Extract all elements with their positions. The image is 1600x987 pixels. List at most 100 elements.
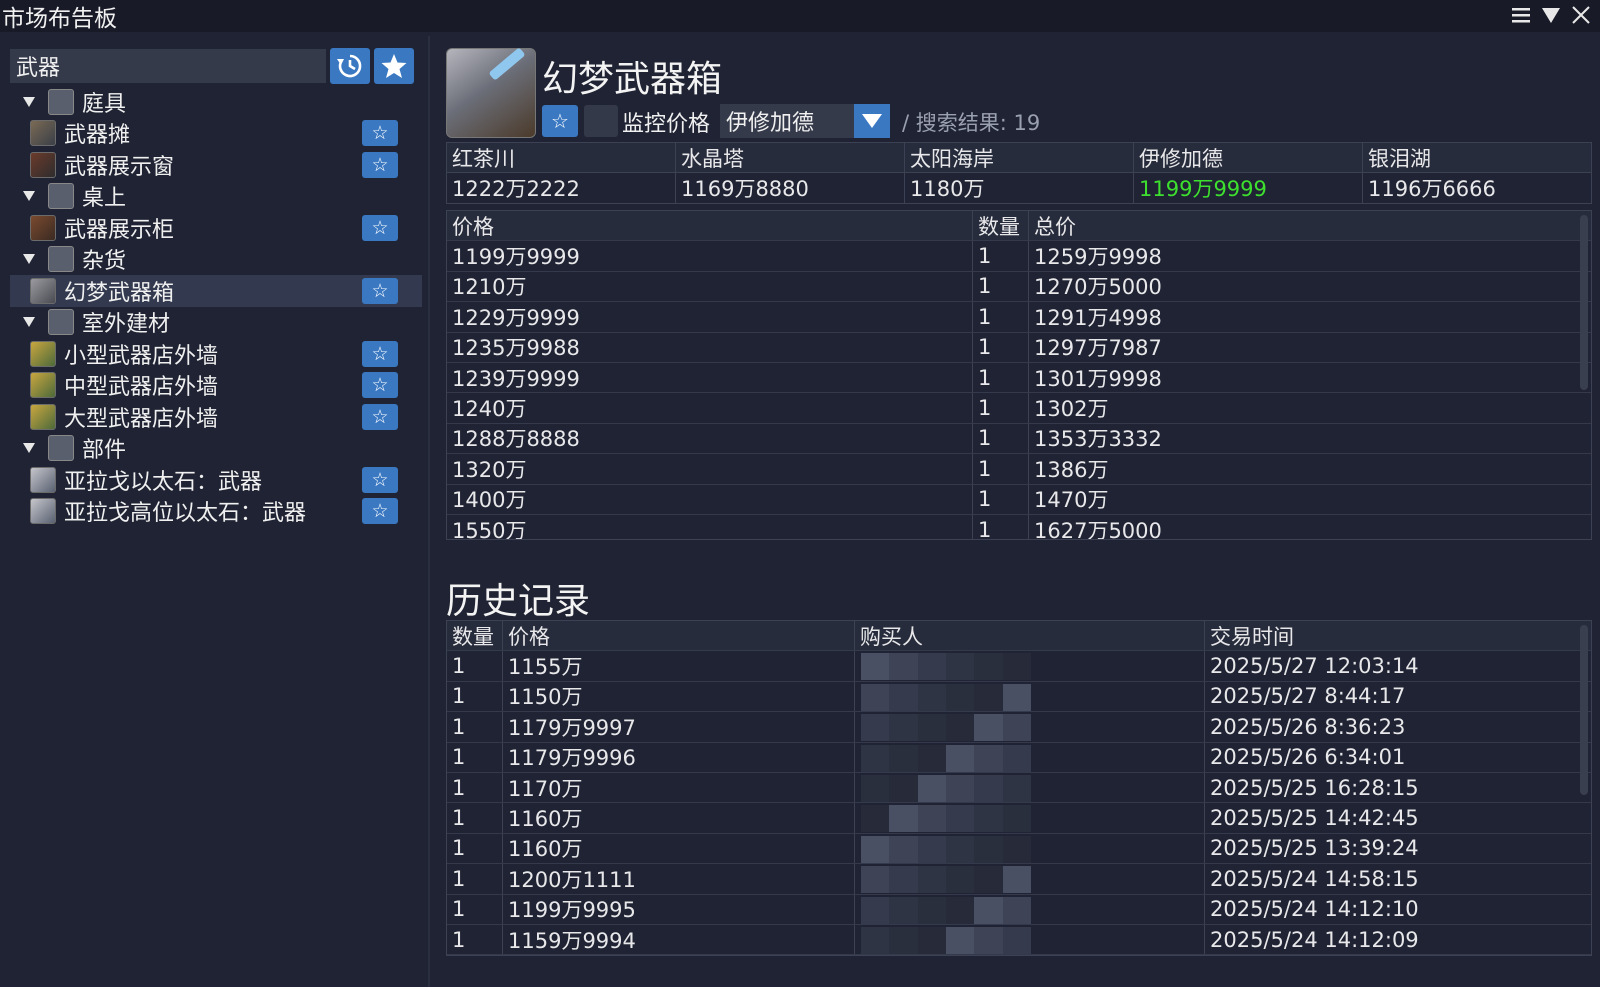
expand-triangle-icon[interactable] — [22, 315, 36, 329]
listing-cell: 1270万5000 — [1034, 275, 1162, 300]
world-select-arrow[interactable] — [854, 104, 890, 138]
table-row[interactable]: 1240万 1 1302万 — [447, 393, 1591, 424]
buyer-redacted — [855, 712, 1205, 742]
listing-cell: 1 — [973, 423, 1029, 454]
table-row[interactable]: 1 1199万9995 2025/5/24 14:12:10 — [447, 894, 1591, 925]
tree-item[interactable]: 亚拉戈以太石：武器 ☆ — [10, 464, 422, 496]
tree-category[interactable]: 室外建材 — [10, 307, 422, 339]
table-row[interactable]: 1 1179万9997 2025/5/26 8:36:23 — [447, 712, 1591, 743]
table-row[interactable]: 1 1155万 2025/5/27 12:03:14 — [447, 651, 1591, 682]
tree-item[interactable]: 武器摊 ☆ — [10, 118, 422, 150]
history-time: 2025/5/24 14:12:09 — [1210, 927, 1419, 952]
star-outline-icon[interactable]: ☆ — [362, 214, 398, 241]
star-outline-icon[interactable]: ☆ — [362, 372, 398, 399]
close-icon[interactable] — [1568, 2, 1594, 28]
table-row[interactable]: 1 1179万9996 2025/5/26 6:34:01 — [447, 742, 1591, 773]
table-row[interactable]: 1199万9999 1 1259万9998 — [447, 241, 1591, 272]
listing-cell: 1 — [973, 362, 1029, 393]
tree-item[interactable]: 武器展示窗 ☆ — [10, 149, 422, 181]
table-row[interactable]: 1 1170万 2025/5/25 16:28:15 — [447, 772, 1591, 804]
table-row[interactable]: 1288万8888 1 1353万3332 — [447, 423, 1591, 455]
listing-header: 价格 — [447, 211, 973, 241]
history-scrollbar[interactable] — [1580, 625, 1588, 795]
expand-triangle-icon[interactable] — [22, 189, 36, 203]
redacted-blur — [861, 926, 1031, 954]
tree-item[interactable]: 小型武器店外墙 ☆ — [10, 338, 422, 370]
world-select-value: 伊修加德 — [726, 111, 815, 136]
listing-cell: 1235万9988 — [447, 332, 973, 362]
history-qty: 1 — [447, 803, 503, 833]
item-title: 幻梦武器箱 — [542, 59, 723, 100]
tree-category[interactable]: 庭具 — [10, 86, 422, 118]
history-price: 1179万9996 — [503, 742, 855, 772]
buyer-redacted — [855, 651, 1205, 681]
item-favorite-button[interactable]: ☆ — [542, 105, 578, 137]
listing-cell: 1301万9998 — [1034, 366, 1162, 391]
star-outline-icon[interactable]: ☆ — [362, 466, 398, 493]
collapse-icon[interactable] — [1538, 2, 1564, 28]
table-row[interactable]: 1 1150万 2025/5/27 8:44:17 — [447, 681, 1591, 713]
left-panel: 庭具武器摊 ☆ 武器展示窗 ☆ 桌上武器展示柜 ☆ 杂货幻梦武器箱 ☆ 室外建材小型武器店外墙 ☆… — [10, 48, 422, 978]
star-outline-icon[interactable]: ☆ — [362, 498, 398, 525]
category-icon — [48, 309, 74, 336]
history-icon — [337, 54, 362, 78]
star-outline-icon[interactable]: ☆ — [362, 151, 398, 178]
redacted-blur — [861, 866, 1031, 894]
history-header: 交易时间 — [1210, 624, 1294, 649]
listing-cell: 1400万 — [447, 484, 973, 514]
world-price: 1196万6666 — [1368, 177, 1496, 201]
tree-category[interactable]: 杂货 — [10, 244, 422, 276]
tree-item[interactable]: 武器展示柜 ☆ — [10, 212, 422, 244]
search-result-count: / 搜索结果: 19 — [902, 111, 1041, 135]
star-outline-icon[interactable]: ☆ — [362, 277, 398, 304]
history-time: 2025/5/24 14:58:15 — [1210, 866, 1419, 891]
stone-item-icon — [30, 466, 56, 493]
star-outline-icon[interactable]: ☆ — [362, 340, 398, 367]
watch-checkbox[interactable] — [584, 105, 618, 137]
table-row[interactable]: 1 1159万9994 2025/5/24 14:12:09 — [447, 924, 1591, 955]
wall-item-icon — [30, 372, 56, 399]
tree-item[interactable]: 幻梦武器箱 ☆ — [10, 275, 422, 307]
history-price: 1179万9997 — [503, 712, 855, 742]
history-button[interactable] — [330, 48, 370, 84]
history-qty: 1 — [447, 712, 503, 742]
table-row[interactable]: 1 1160万 2025/5/25 13:39:24 — [447, 833, 1591, 865]
table-row[interactable]: 1 1200万1111 2025/5/24 14:58:15 — [447, 864, 1591, 895]
favorites-button[interactable] — [374, 48, 414, 84]
tree-category[interactable]: 部件 — [10, 433, 422, 465]
history-header: 价格 — [503, 621, 855, 651]
table-row[interactable]: 1 1160万 2025/5/25 14:42:45 — [447, 803, 1591, 834]
search-input[interactable] — [10, 49, 326, 83]
tree-item[interactable]: 大型武器店外墙 ☆ — [10, 401, 422, 433]
expand-triangle-icon[interactable] — [22, 95, 36, 109]
history-price: 1159万9994 — [503, 924, 855, 955]
listing-cell: 1470万 — [1034, 488, 1109, 513]
table-row[interactable]: 1239万9999 1 1301万9998 — [447, 362, 1591, 394]
star-icon — [381, 54, 407, 78]
redacted-blur — [861, 683, 1031, 711]
table-row[interactable]: 1210万 1 1270万5000 — [447, 271, 1591, 303]
tree-item[interactable]: 中型武器店外墙 ☆ — [10, 370, 422, 402]
stall-item-icon — [30, 120, 56, 147]
category-tree: 庭具 武器摊 ☆ 武器展示窗 ☆ 桌上 武器展示柜 ☆ 杂货幻梦武器箱 ☆ 室外建材 小型武器店外墙 ☆… — [10, 86, 422, 527]
tree-category-label: 室外建材 — [82, 312, 171, 338]
buyer-redacted — [855, 833, 1205, 864]
table-row[interactable]: 1550万 1 1627万5000 — [447, 514, 1591, 539]
listing-cell: 1291万4998 — [1034, 305, 1162, 330]
star-outline-icon[interactable]: ☆ — [362, 120, 398, 147]
star-outline-icon[interactable]: ☆ — [362, 403, 398, 430]
table-row[interactable]: 1229万9999 1 1291万4998 — [447, 302, 1591, 333]
expand-triangle-icon[interactable] — [22, 441, 36, 455]
tree-item-label: 幻梦武器箱 — [64, 280, 175, 306]
table-row[interactable]: 1400万 1 1470万 — [447, 484, 1591, 515]
tree-category[interactable]: 桌上 — [10, 181, 422, 213]
history-qty: 1 — [447, 894, 503, 924]
listing-cell: 1 — [973, 241, 1029, 271]
tree-item[interactable]: 亚拉戈高位以太石：武器 ☆ — [10, 496, 422, 528]
table-row[interactable]: 1320万 1 1386万 — [447, 454, 1591, 485]
history-time: 2025/5/26 6:34:01 — [1210, 745, 1406, 770]
expand-triangle-icon[interactable] — [22, 252, 36, 266]
menu-icon[interactable] — [1508, 2, 1534, 28]
table-row[interactable]: 1235万9988 1 1297万7987 — [447, 332, 1591, 363]
listing-scrollbar[interactable] — [1580, 215, 1588, 390]
